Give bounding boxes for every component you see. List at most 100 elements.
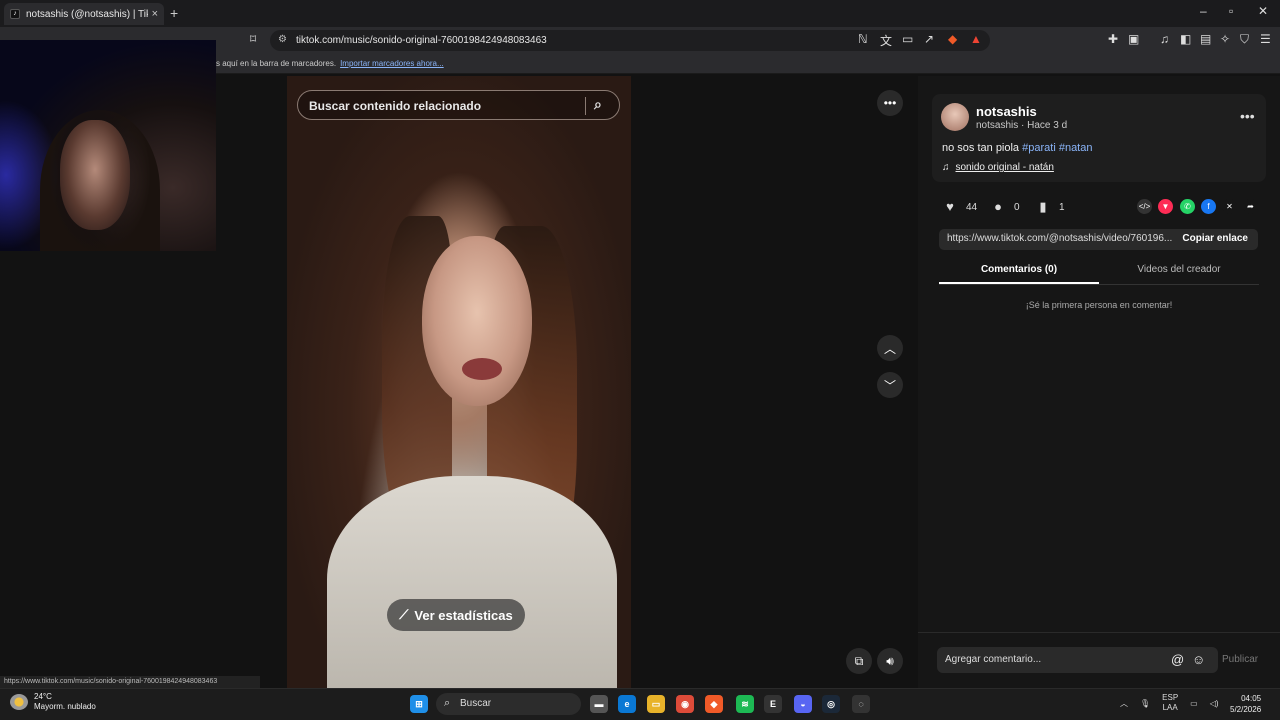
mini-player-icon[interactable]: ⧉ bbox=[846, 648, 872, 674]
comment-count: 0 bbox=[1014, 201, 1020, 213]
send-icon[interactable]: ▼ bbox=[1158, 199, 1173, 214]
file-explorer-icon[interactable]: ▬ bbox=[590, 695, 608, 713]
cast-icon[interactable]: ▭ bbox=[902, 32, 913, 46]
view-stats-label: Ver estadísticas bbox=[414, 607, 513, 623]
description-text: no sos tan piola bbox=[942, 142, 1023, 154]
comment-input[interactable]: Agregar comentario... @ ☺ bbox=[937, 647, 1218, 673]
status-url: https://www.tiktok.com/music/sonido-orig… bbox=[0, 676, 260, 688]
bookmark-icon[interactable]: ⌑ bbox=[250, 32, 256, 46]
browser-tab[interactable]: ♪ notsashis (@notsashis) | TikTo × bbox=[4, 3, 164, 25]
view-stats-button[interactable]: ⟋ Ver estadísticas bbox=[387, 599, 525, 631]
brave-shield-icon[interactable]: ◆ bbox=[948, 32, 957, 46]
username[interactable]: notsashis bbox=[976, 104, 1037, 119]
obs-icon[interactable]: ◌ bbox=[852, 695, 870, 713]
next-video-icon[interactable]: ﹀ bbox=[877, 372, 903, 398]
tab-divider bbox=[939, 284, 1259, 285]
tray-chevron-icon[interactable]: ︿ bbox=[1120, 698, 1128, 709]
taskbar-search-icon: ⌕ bbox=[444, 697, 451, 709]
tab-search-icon[interactable]: ▣ bbox=[1128, 32, 1139, 46]
weather-widget[interactable]: 24°C Mayorm. nublado bbox=[10, 692, 96, 712]
taskbar bbox=[0, 688, 1280, 720]
whatsapp-icon[interactable]: ✆ bbox=[1180, 199, 1195, 214]
taskbar-search[interactable]: ⌕ Buscar bbox=[436, 693, 581, 715]
chart-icon: ⟋ bbox=[399, 607, 409, 622]
post-description: no sos tan piola #parati #natan bbox=[942, 142, 1092, 154]
music-note-icon: ♫ bbox=[942, 162, 950, 173]
system-tray: ︿ 🎙︎ ESP LAA ▭ ◁) bbox=[1120, 693, 1219, 713]
leo-ai-icon[interactable]: ✧ bbox=[1220, 32, 1230, 46]
lang-code: ESP bbox=[1162, 693, 1179, 702]
save-button[interactable]: ▮ 1 bbox=[1033, 199, 1064, 215]
new-tab-button[interactable]: + bbox=[170, 5, 178, 21]
windows-start-icon[interactable]: ⊞ bbox=[410, 695, 428, 713]
music-link[interactable]: sonido original - natán bbox=[956, 162, 1054, 173]
emoji-icon[interactable]: ☺ bbox=[1192, 652, 1205, 667]
steam-icon[interactable]: ◎ bbox=[822, 695, 840, 713]
chrome-icon[interactable]: ◉ bbox=[676, 695, 694, 713]
post-more-icon[interactable]: ••• bbox=[1240, 108, 1255, 124]
mic-icon[interactable]: 🎙︎ bbox=[1140, 699, 1150, 708]
facebook-icon[interactable]: f bbox=[1201, 199, 1216, 214]
tiktok-favicon-icon: ♪ bbox=[10, 9, 20, 19]
tab-close-icon[interactable]: × bbox=[152, 8, 158, 20]
folder-icon[interactable]: ▭ bbox=[647, 695, 665, 713]
brave-rewards-icon[interactable]: ▲ bbox=[970, 32, 982, 46]
window-close-icon[interactable]: ✕ bbox=[1258, 4, 1268, 18]
more-options-icon[interactable]: ••• bbox=[877, 90, 903, 116]
sidebar-icon[interactable]: ◧ bbox=[1180, 32, 1191, 46]
bookmark-save-icon: ▮ bbox=[1039, 199, 1047, 214]
language-indicator[interactable]: ESP LAA bbox=[1162, 693, 1178, 713]
comment-button[interactable]: ● 0 bbox=[988, 199, 1020, 215]
speaker-icon[interactable]: ◁) bbox=[1210, 699, 1219, 708]
epic-games-icon[interactable]: E bbox=[764, 695, 782, 713]
x-icon[interactable]: ✕ bbox=[1222, 199, 1237, 214]
search-placeholder: Buscar contenido relacionado bbox=[309, 99, 482, 113]
share-link-field[interactable]: https://www.tiktok.com/@notsashis/video/… bbox=[939, 229, 1258, 250]
spotify-icon[interactable]: ≋ bbox=[736, 695, 754, 713]
copy-link-button[interactable]: Copiar enlace bbox=[1182, 233, 1248, 244]
user-subline: notsashis · Hace 3 d bbox=[976, 120, 1068, 131]
previous-video-icon[interactable]: ︿ bbox=[877, 335, 903, 361]
related-search-input[interactable]: Buscar contenido relacionado ⌕ bbox=[297, 90, 620, 120]
share-arrow-icon[interactable]: ➦ bbox=[1243, 199, 1258, 214]
embed-icon[interactable]: </> bbox=[1137, 199, 1152, 214]
clock[interactable]: 04:05 5/2/2026 bbox=[1230, 693, 1261, 715]
search-icon[interactable]: ⌕ bbox=[594, 96, 602, 113]
extensions-icon[interactable]: ✚ bbox=[1108, 32, 1118, 46]
wallet-icon[interactable]: ▤ bbox=[1200, 32, 1211, 46]
comment-placeholder: Agregar comentario... bbox=[945, 654, 1042, 665]
publish-button[interactable]: Publicar bbox=[1222, 654, 1258, 665]
reader-icon[interactable]: ℕ bbox=[858, 32, 868, 46]
minimize-icon[interactable]: – bbox=[1200, 4, 1207, 18]
vpn-icon[interactable]: ⛉ bbox=[1240, 32, 1249, 47]
like-button[interactable]: ♥ 44 bbox=[940, 199, 977, 215]
hashtag-link[interactable]: #parati bbox=[1022, 142, 1056, 154]
media-icon[interactable]: ♫ bbox=[1160, 32, 1169, 46]
translate-icon[interactable]: 文 bbox=[880, 32, 892, 49]
bookmarks-hint: s aquí en la barra de marcadores. bbox=[216, 59, 337, 68]
tab-comments[interactable]: Comentarios (0) bbox=[939, 264, 1099, 284]
menu-icon[interactable]: ☰ bbox=[1260, 32, 1271, 46]
tab-title: notsashis (@notsashis) | TikTo bbox=[26, 8, 148, 20]
brave-icon[interactable]: ◆ bbox=[705, 695, 723, 713]
like-count: 44 bbox=[966, 201, 978, 213]
url-text: tiktok.com/music/sonido-original-7600198… bbox=[296, 35, 547, 46]
empty-comments-message: ¡Sé la primera persona en comentar! bbox=[1025, 300, 1173, 310]
avatar[interactable] bbox=[941, 103, 969, 131]
tab-creator-videos[interactable]: Videos del creador bbox=[1099, 264, 1259, 284]
share-page-icon[interactable]: ↗ bbox=[924, 32, 934, 46]
music-row[interactable]: ♫ sonido original - natán bbox=[942, 162, 1054, 173]
maximize-icon[interactable]: ▫ bbox=[1229, 4, 1233, 18]
mention-icon[interactable]: @ bbox=[1171, 652, 1184, 667]
network-icon[interactable]: ▭ bbox=[1190, 699, 1198, 708]
discord-icon[interactable]: ◒ bbox=[794, 695, 812, 713]
heart-icon: ♥ bbox=[946, 199, 954, 214]
lang-sub: LAA bbox=[1162, 703, 1178, 712]
video-player[interactable] bbox=[287, 76, 631, 688]
hashtag-link[interactable]: #natan bbox=[1059, 142, 1093, 154]
import-bookmarks-link[interactable]: Importar marcadores ahora... bbox=[340, 59, 444, 68]
volume-icon[interactable]: 🔊︎ bbox=[877, 648, 903, 674]
edge-icon[interactable]: e bbox=[618, 695, 636, 713]
site-info-icon[interactable]: ⚙ bbox=[278, 34, 287, 45]
weather-text: Mayorm. nublado bbox=[34, 702, 96, 711]
